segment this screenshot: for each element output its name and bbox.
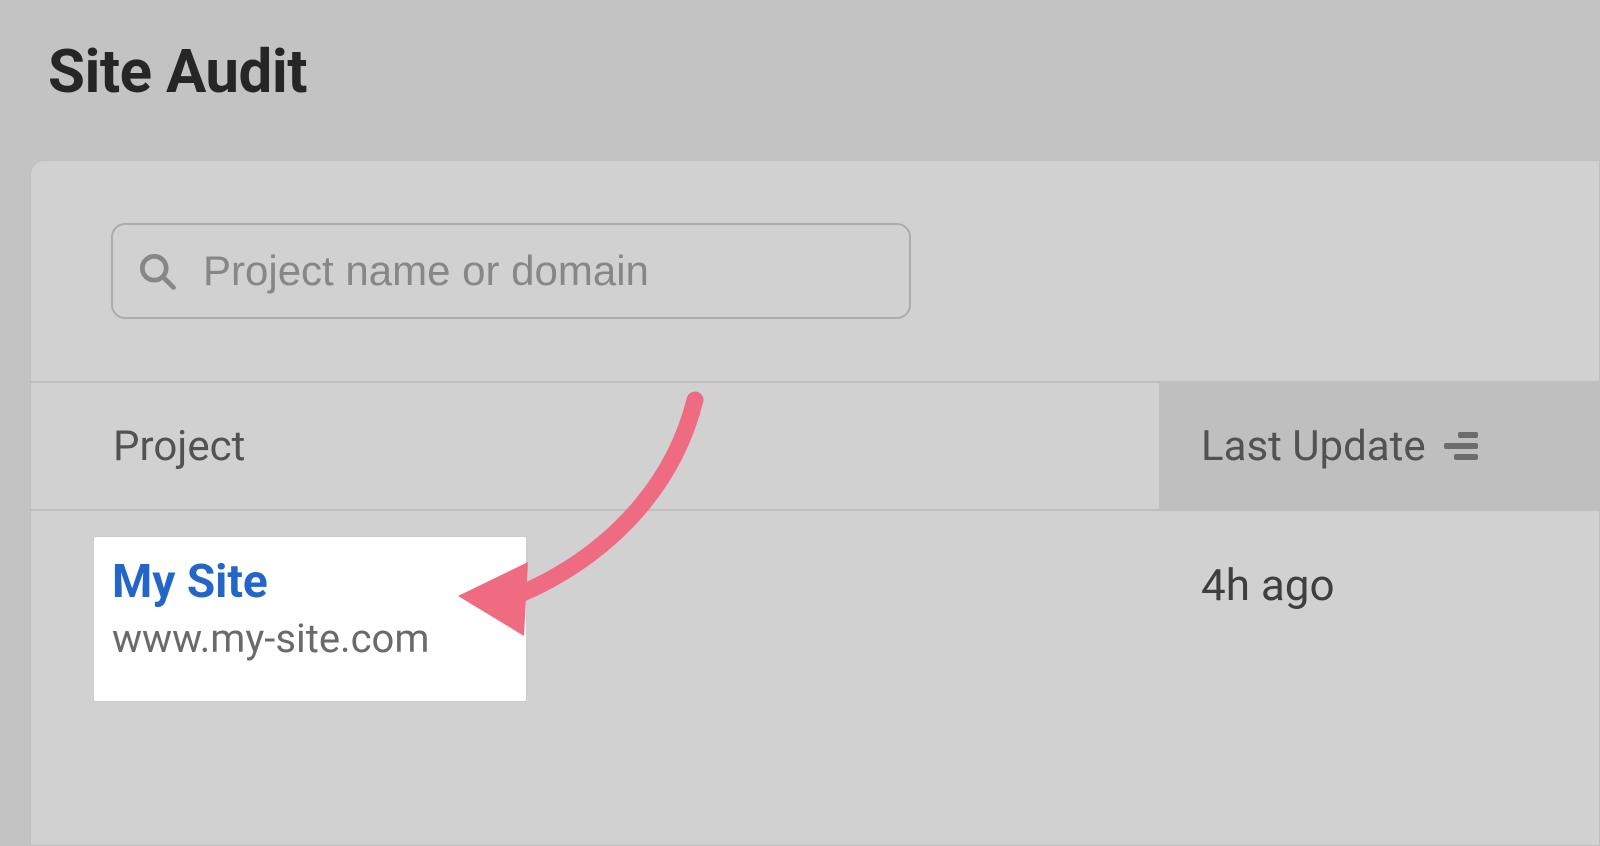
sort-icon (1444, 432, 1478, 460)
column-header-project[interactable]: Project (31, 422, 1159, 471)
search-box[interactable] (111, 223, 911, 319)
search-input[interactable] (203, 247, 887, 295)
column-header-last-update-label: Last Update (1201, 422, 1426, 471)
project-domain: www.my-site.com (112, 615, 508, 662)
page-title: Site Audit (48, 36, 307, 107)
table-header: Project Last Update (31, 381, 1599, 511)
search-wrap (31, 161, 1599, 381)
annotation-highlight: My Site www.my-site.com (94, 537, 526, 701)
column-header-last-update[interactable]: Last Update (1159, 383, 1599, 509)
projects-panel: Project Last Update My Site www.my-site.… (30, 160, 1600, 846)
search-icon (135, 249, 179, 293)
project-name-link[interactable]: My Site (112, 555, 508, 609)
cell-last-update: 4h ago (1159, 531, 1599, 611)
